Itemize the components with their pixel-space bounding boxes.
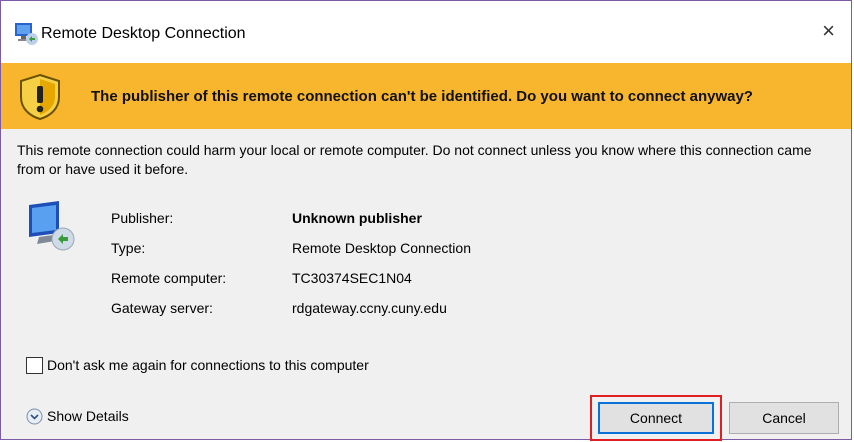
remote-computer-label: Remote computer:	[111, 270, 227, 286]
cancel-button[interactable]: Cancel	[729, 402, 839, 434]
window-title: Remote Desktop Connection	[41, 25, 246, 42]
publisher-label: Publisher:	[111, 210, 174, 226]
chevron-down-icon[interactable]	[26, 408, 43, 425]
dont-ask-again-label[interactable]: Don't ask me again for connections to th…	[47, 357, 369, 373]
dont-ask-again-checkbox[interactable]	[26, 357, 43, 374]
warning-message: The publisher of this remote connection …	[91, 88, 753, 105]
gateway-server-value: rdgateway.ccny.cuny.edu	[292, 300, 447, 316]
connect-button[interactable]: Connect	[598, 402, 714, 434]
computer-icon	[29, 201, 75, 251]
remote-desktop-dialog: Remote Desktop Connection × The publishe…	[0, 0, 852, 441]
remote-desktop-icon	[15, 23, 38, 45]
warning-banner: The publisher of this remote connection …	[1, 63, 851, 129]
warning-description: This remote connection could harm your l…	[17, 142, 812, 177]
title-bar: Remote Desktop Connection ×	[1, 1, 851, 63]
gateway-server-label: Gateway server:	[111, 300, 213, 316]
show-details-toggle[interactable]: Show Details	[47, 408, 129, 424]
close-icon[interactable]: ×	[822, 19, 835, 43]
warning-shield-icon	[20, 73, 60, 121]
publisher-value: Unknown publisher	[292, 210, 422, 226]
type-label: Type:	[111, 240, 146, 256]
remote-computer-value: TC30374SEC1N04	[292, 270, 412, 286]
type-value: Remote Desktop Connection	[292, 240, 471, 256]
